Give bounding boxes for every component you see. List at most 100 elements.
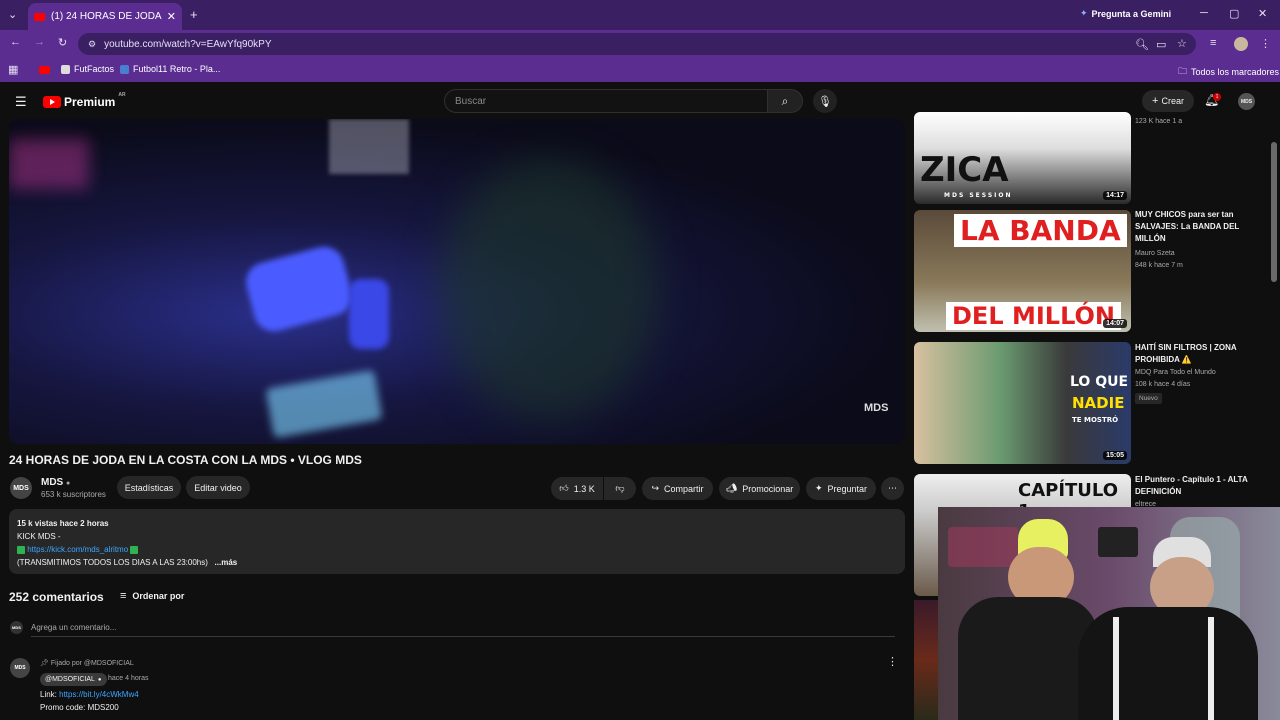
check-emoji-icon [17,545,25,554]
stats-button[interactable]: Estadísticas [117,476,181,499]
bookmark-star-icon[interactable]: ☆ [1177,37,1187,50]
youtube-logo[interactable]: Premium AR [43,92,126,109]
sidebar-title-3[interactable]: El Puntero - Capítulo 1 - ALTA DEFINICIÓ… [1135,474,1260,498]
thumbs-down-icon: 👎︎ [615,483,625,493]
sidebar-meta-1: 848 k hace 7 m [1135,262,1183,269]
reading-list-icon[interactable]: ≡ [1210,37,1216,49]
video-title: 24 HORAS DE JODA EN LA COSTA CON LA MDS … [9,453,362,467]
account-avatar[interactable]: MDS [1238,93,1255,110]
zoom-icon[interactable]: 🔍︎ [1135,38,1149,51]
new-tab-icon[interactable]: + [190,7,198,22]
views-and-time: 15 k vistas hace 2 horas [17,519,109,528]
sort-label: Ordenar por [132,591,185,601]
verified-icon: ● [97,676,102,683]
profile-avatar[interactable] [1234,37,1248,51]
promote-label: Promocionar [742,483,794,494]
ask-button[interactable]: ✦ Preguntar [806,477,876,500]
thumb-line-2: NADIE [1072,394,1125,412]
tab-search-icon[interactable]: ⌄ [8,8,17,21]
notification-count-badge: 1 [1213,93,1221,101]
bookmark-futfactos[interactable]: FutFactos [61,64,114,74]
gemini-button[interactable]: ✦ Pregunta a Gemini [1080,8,1171,19]
reload-icon[interactable]: ↻ [58,36,67,49]
plus-icon: + [1152,95,1159,107]
channel-avatar[interactable]: MDS [10,477,32,499]
voice-search-button[interactable]: 🎙︎ [813,89,837,113]
comment-more-icon[interactable]: ⋮ [887,655,898,668]
thumb-bottom-text: DEL MILLÓN [946,302,1121,330]
desc-line-3: (TRANSMITIMOS TODOS LOS DIAS A LAS 23:00… [17,558,208,567]
show-more-link[interactable]: ...más [215,558,238,567]
dislike-button[interactable]: 👎︎ [604,477,636,500]
share-button[interactable]: ↪ Compartir [642,477,713,500]
bookmark-futbol11[interactable]: Futbol11 Retro - Pla... [120,64,220,74]
site-info-icon[interactable]: ⚙ [88,39,96,50]
sidebar-thumbnail-1[interactable]: LA BANDA DEL MILLÓN 14:07 [914,210,1131,332]
mic-icon: 🎙︎ [818,95,832,108]
verified-icon: ● [66,480,71,487]
sidebar-channel-2[interactable]: MDQ Para Todo el Mundo [1135,367,1216,379]
video-player[interactable] [9,119,905,444]
url-text: youtube.com/watch?v=EAwYfq90kPY [104,38,272,50]
author-handle: @MDSOFICIAL [45,676,95,683]
comment-link-label: Link: [40,690,60,699]
comment-link[interactable]: https://bit.ly/4cWkMw4 [59,690,139,699]
sidebar-thumbnail-0[interactable]: ZICA MDS SESSION 14:17 [914,112,1131,204]
comment-author[interactable]: @MDSOFICIAL ● [40,673,107,686]
edit-video-button[interactable]: Editar video [186,476,250,499]
browser-tab-strip: ⌄ (1) 24 HORAS DE JODA EN LA C ✕ + ✦ Pre… [0,0,1280,30]
all-bookmarks-folder[interactable]: 🗀 Todos los marcadores [1178,64,1279,80]
create-label: Crear [1161,96,1184,106]
youtube-bookmark-icon[interactable] [39,66,50,74]
description-box[interactable]: 15 k vistas hace 2 horas KICK MDS - http… [9,509,905,574]
sort-icon: ≡ [120,590,127,602]
commenter-avatar[interactable]: MDS [10,658,30,678]
sidebar-title-1[interactable]: MUY CHICOS para ser tan SALVAJES: La BAN… [1135,209,1260,245]
page-scrollbar[interactable] [1271,142,1277,282]
channel-name[interactable]: MDS ● [41,477,70,488]
thumb-text: ZICA [920,150,1009,190]
apps-grid-icon[interactable]: ▦ [8,63,18,76]
pin-icon: 📌︎ [40,660,49,667]
tab-title: (1) 24 HORAS DE JODA EN LA C [51,11,163,22]
browser-tab-active[interactable]: (1) 24 HORAS DE JODA EN LA C ✕ [28,3,182,30]
minimize-icon[interactable]: ─ [1200,7,1208,19]
maximize-icon[interactable]: ▢ [1229,7,1239,20]
comment-time[interactable]: hace 4 horas [108,675,148,682]
sidebar-thumbnail-partial[interactable] [914,600,938,720]
thumbs-up-icon: 👍︎ [559,483,569,493]
all-bookmarks-label: Todos los marcadores [1191,67,1280,77]
sidebar-channel-1[interactable]: Mauro Szeta [1135,248,1175,260]
add-comment-input[interactable]: Agrega un comentario... [31,623,116,632]
sidebar-thumbnail-2[interactable]: LO QUE NADIE TE MOSTRÓ 15:05 [914,342,1131,464]
thumb-subtext: MDS SESSION [944,192,1013,199]
promote-button[interactable]: 📣︎ Promocionar [719,477,800,500]
create-button[interactable]: + Crear [1142,90,1194,112]
pinned-text: Fijado por @MDSOFICIAL [50,660,134,667]
more-actions-button[interactable]: ⋯ [881,477,904,500]
back-icon[interactable]: ← [10,36,21,48]
megaphone-icon: 📣︎ [725,483,738,493]
bookmark-label: Futbol11 Retro - Pla... [133,64,221,74]
sidebar-title-2[interactable]: HAITÍ SIN FILTROS | ZONA PROHIBIDA ⚠️ [1135,342,1260,366]
forward-icon[interactable]: → [34,36,45,48]
gemini-label: Pregunta a Gemini [1091,8,1172,19]
youtube-play-icon [43,96,61,108]
youtube-favicon-icon [34,12,45,21]
like-count: 1.3 K [573,483,595,494]
address-bar[interactable]: ⚙ youtube.com/watch?v=EAwYfq90kPY [78,33,1196,55]
search-input[interactable]: Buscar [444,89,768,113]
kick-link[interactable]: https://kick.com/mds_alritmo [27,545,128,554]
tab-close-icon[interactable]: ✕ [167,10,176,23]
hamburger-menu-icon[interactable]: ☰ [15,94,27,110]
comment-count: 252 comentarios [9,590,104,604]
browser-menu-icon[interactable]: ⋮ [1260,37,1271,50]
cast-icon[interactable]: ▭ [1156,38,1166,51]
window-close-icon[interactable]: ✕ [1258,7,1267,20]
like-button[interactable]: 👍︎ 1.3 K [551,477,603,500]
search-button[interactable]: ⌕ [767,89,803,113]
video-watermark: MDS [864,402,889,414]
more-horiz-icon: ⋯ [888,483,897,493]
sort-comments-button[interactable]: ≡ Ordenar por [120,590,184,602]
new-badge: Nuevo [1135,393,1162,404]
